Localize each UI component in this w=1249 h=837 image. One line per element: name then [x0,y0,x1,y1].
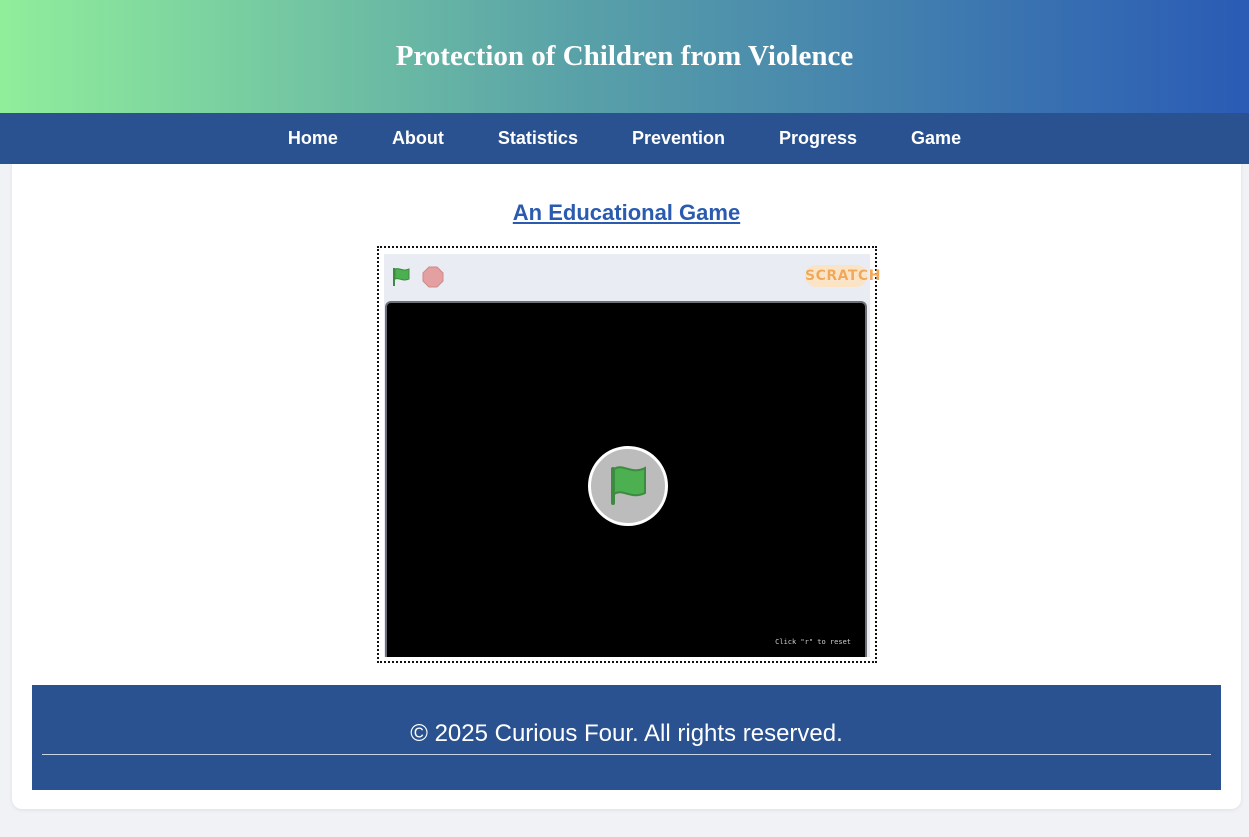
scratch-logo[interactable]: SCRATCH [805,265,880,287]
nav-game[interactable]: Game [911,128,961,149]
nav-progress[interactable]: Progress [779,128,857,149]
footer-divider [42,754,1211,755]
nav-prevention[interactable]: Prevention [632,128,725,149]
scratch-player: SCRATCH Click "r" to reset [384,254,880,657]
player-controls: SCRATCH [384,254,880,300]
nav-statistics[interactable]: Statistics [498,128,578,149]
game-stage[interactable]: Click "r" to reset [385,301,867,657]
game-heading: An Educational Game [12,200,1241,226]
stop-icon[interactable] [421,265,445,289]
game-heading-link[interactable]: An Educational Game [513,200,740,225]
game-embed-frame: SCRATCH Click "r" to reset [377,246,880,663]
content-card: An Educational Game SCRATCH Click "r" to… [12,164,1241,809]
copyright-text: © 2025 Curious Four. All rights reserved… [410,720,843,747]
main-nav: Home About Statistics Prevention Progres… [0,113,1249,164]
nav-home[interactable]: Home [288,128,338,149]
site-header: Protection of Children from Violence [0,0,1249,113]
site-footer: © 2025 Curious Four. All rights reserved… [32,685,1221,790]
site-title: Protection of Children from Violence [395,40,854,72]
green-flag-overlay-icon[interactable] [588,446,668,526]
stage-reset-hint: Click "r" to reset [775,638,851,646]
green-flag-icon[interactable] [390,265,414,289]
nav-about[interactable]: About [392,128,444,149]
